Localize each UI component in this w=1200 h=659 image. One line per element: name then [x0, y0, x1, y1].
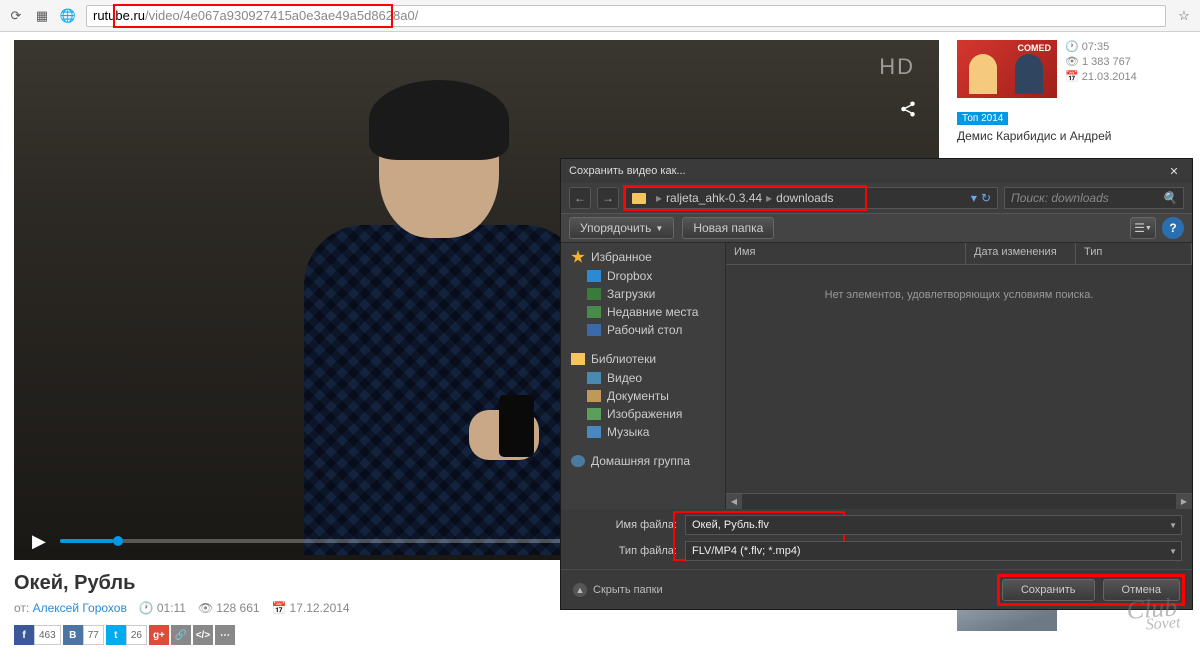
- col-name[interactable]: Имя: [726, 243, 966, 264]
- bookmark-icon[interactable]: ☆: [1176, 8, 1192, 24]
- empty-message: Нет элементов, удовлетворяющих условиям …: [726, 265, 1192, 325]
- site-icon: 🌐: [60, 8, 76, 24]
- organize-button[interactable]: Упорядочить▼: [569, 217, 674, 239]
- cancel-button[interactable]: Отмена: [1103, 579, 1180, 601]
- link-button[interactable]: 🔗: [171, 625, 191, 645]
- fb-count: 463: [34, 625, 61, 645]
- chevron-up-icon: ▲: [573, 583, 587, 597]
- more-button[interactable]: ⋯: [215, 625, 235, 645]
- col-modified[interactable]: Дата изменения: [966, 243, 1076, 264]
- dropbox-icon: [587, 270, 601, 282]
- view-button[interactable]: ☰▼: [1130, 217, 1156, 239]
- upload-date: 📅17.12.2014: [272, 601, 350, 615]
- url-host: rutube.ru: [93, 8, 145, 23]
- vk-count: 77: [83, 625, 104, 645]
- refresh-icon[interactable]: ↻: [981, 191, 991, 205]
- document-icon: [587, 390, 601, 402]
- url-path: /video/4e067a930927415a0e3ae49a5d8628a0/: [145, 8, 418, 23]
- tw-count: 26: [126, 625, 147, 645]
- hide-folders-button[interactable]: ▲ Скрыть папки: [573, 583, 663, 597]
- browser-toolbar: ⟳ ▦ 🌐 rutube.ru/video/4e067a930927415a0e…: [0, 0, 1200, 32]
- facebook-button[interactable]: f: [14, 625, 34, 645]
- dialog-title: Сохранить видео как...: [569, 165, 686, 177]
- new-folder-button[interactable]: Новая папка: [682, 217, 774, 239]
- clock-icon: 🕐: [139, 601, 154, 615]
- gplus-button[interactable]: g+: [149, 625, 169, 645]
- progress-bar[interactable]: [60, 539, 590, 543]
- related-item[interactable]: COMED 🕐07:35 👁1 383 767 📅21.03.2014: [957, 40, 1177, 98]
- address-bar[interactable]: rutube.ru/video/4e067a930927415a0e3ae49a…: [86, 5, 1166, 27]
- embed-button[interactable]: </>: [193, 625, 213, 645]
- clock-icon: 🕐: [1065, 40, 1079, 53]
- library-icon: [571, 353, 585, 365]
- download-icon: [587, 288, 601, 300]
- filetype-select[interactable]: FLV/MP4 (*.flv; *.mp4)▼: [685, 541, 1182, 561]
- share-buttons: f463 B77 t26 g+ 🔗 </> ⋯: [14, 625, 939, 645]
- related-title[interactable]: Демис Карибидис и Андрей: [957, 129, 1177, 143]
- eye-icon: 👁: [1065, 55, 1079, 68]
- breadcrumb-highlight: [623, 185, 867, 211]
- channel-watermark: HD: [879, 54, 915, 80]
- reload-icon[interactable]: ⟳: [8, 8, 24, 24]
- file-list: Имя Дата изменения Тип Нет элементов, уд…: [726, 243, 1192, 509]
- star-icon: [571, 250, 585, 264]
- music-icon: [587, 426, 601, 438]
- search-icon: 🔍: [1162, 191, 1177, 205]
- close-button[interactable]: ✕: [1164, 165, 1184, 178]
- author-link[interactable]: Алексей Горохов: [33, 601, 127, 615]
- folder-tree[interactable]: Избранное Dropbox Загрузки Недавние мест…: [561, 243, 726, 509]
- desktop-icon: [587, 324, 601, 336]
- calendar-icon: 📅: [272, 601, 287, 615]
- vk-button[interactable]: B: [63, 625, 83, 645]
- filetype-label: Тип файла:: [571, 545, 677, 557]
- search-input[interactable]: Поиск: downloads 🔍: [1004, 187, 1184, 209]
- share-icon[interactable]: [899, 100, 917, 123]
- horizontal-scrollbar[interactable]: ◀▶: [726, 493, 1192, 509]
- save-button[interactable]: Сохранить: [1002, 579, 1095, 601]
- filename-label: Имя файла:: [571, 519, 677, 531]
- eye-icon: 👁: [198, 601, 213, 615]
- play-button[interactable]: ▶: [32, 531, 46, 552]
- views: 👁128 661: [198, 601, 260, 615]
- forward-button[interactable]: →: [597, 187, 619, 209]
- breadcrumb[interactable]: ▸ raljeta_ahk-0.3.44 ▸ downloads ▾ ↻: [625, 187, 998, 209]
- twitter-button[interactable]: t: [106, 625, 126, 645]
- calendar-icon: 📅: [1065, 70, 1079, 83]
- dialog-titlebar[interactable]: Сохранить видео как... ✕: [561, 159, 1192, 183]
- image-icon: [587, 408, 601, 420]
- top-badge: Топ 2014: [957, 112, 1008, 125]
- col-type[interactable]: Тип: [1076, 243, 1192, 264]
- video-icon: [587, 372, 601, 384]
- apps-icon[interactable]: ▦: [34, 8, 50, 24]
- author-prefix: от:: [14, 601, 33, 615]
- recent-icon: [587, 306, 601, 318]
- thumb: COMED: [957, 40, 1057, 98]
- save-dialog: Сохранить видео как... ✕ ← → ▸ raljeta_a…: [560, 158, 1193, 610]
- duration: 🕐01:11: [139, 601, 186, 615]
- help-button[interactable]: ?: [1162, 217, 1184, 239]
- back-button[interactable]: ←: [569, 187, 591, 209]
- filename-input[interactable]: Окей, Рубль.flv▼: [685, 515, 1182, 535]
- chevron-down-icon[interactable]: ▾: [971, 191, 977, 205]
- homegroup-icon: [571, 455, 585, 467]
